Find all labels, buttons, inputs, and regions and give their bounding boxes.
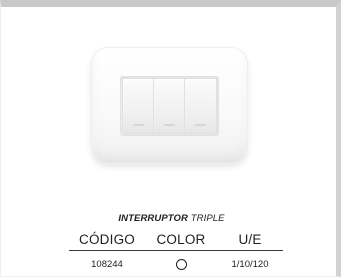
rocker-center [154,79,185,133]
product-title: INTERRUPTOR TRIPLE [1,213,341,224]
spec-table: CÓDIGO COLOR U/E 108244 1/10/120 [69,231,283,272]
product-image [92,48,247,163]
cell-ue: 1/10/120 [231,259,269,270]
product-title-rest: TRIPLE [190,213,225,224]
header-code: CÓDIGO [69,231,145,251]
table-row: 108244 1/10/120 [69,251,283,273]
header-ue: U/E [217,231,283,251]
switch-module-frame [120,76,219,136]
spec-header-row: CÓDIGO COLOR U/E [69,231,283,251]
card-frame: INTERRUPTOR TRIPLE CÓDIGO COLOR U/E 1082… [0,0,341,277]
cell-color [145,251,217,273]
color-swatch-icon [175,258,187,270]
cell-code: 108244 [91,259,123,270]
product-title-bold: INTERRUPTOR [118,213,188,224]
rocker-left [123,79,154,133]
rocker-right [185,79,216,133]
header-color: COLOR [145,231,217,251]
